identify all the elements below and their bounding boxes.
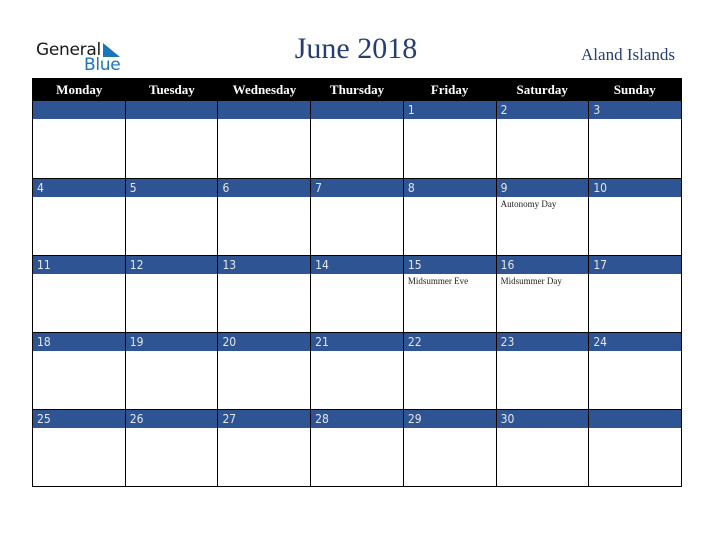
day-number: 5 bbox=[125, 179, 218, 197]
day-number: 23 bbox=[496, 333, 589, 351]
day-number bbox=[125, 101, 218, 119]
day-number: 18 bbox=[33, 333, 125, 351]
day-cell[interactable]: 5 bbox=[124, 179, 218, 255]
day-cell[interactable]: 22 bbox=[402, 333, 496, 409]
day-number: 21 bbox=[311, 333, 403, 351]
day-cell[interactable]: 26 bbox=[124, 410, 218, 486]
week-row: 11 12 13 14 15 Midsummer Eve 16 Midsummer Day 17 bbox=[33, 255, 682, 332]
day-cell[interactable]: 25 bbox=[33, 410, 125, 486]
day-cell[interactable]: 20 bbox=[217, 333, 311, 409]
holiday-label: Autonomy Day bbox=[500, 199, 557, 209]
day-number: 19 bbox=[125, 333, 218, 351]
day-number bbox=[589, 410, 682, 428]
day-number: 9 bbox=[496, 179, 589, 197]
week-row: 25 26 27 28 29 30 bbox=[33, 409, 682, 486]
day-cell[interactable]: 19 bbox=[124, 333, 218, 409]
day-number: 7 bbox=[311, 179, 403, 197]
day-number: 14 bbox=[311, 256, 403, 274]
day-cell[interactable]: 24 bbox=[588, 333, 682, 409]
day-number: 4 bbox=[33, 179, 125, 197]
day-cell[interactable]: 10 bbox=[588, 179, 682, 255]
day-cell[interactable]: 15 Midsummer Eve bbox=[402, 256, 496, 332]
day-number: 28 bbox=[311, 410, 403, 428]
day-cell[interactable]: 12 bbox=[124, 256, 218, 332]
day-number: 29 bbox=[403, 410, 496, 428]
day-number: 10 bbox=[589, 179, 682, 197]
day-number: 22 bbox=[403, 333, 496, 351]
day-number: 6 bbox=[218, 179, 311, 197]
day-cell[interactable]: 1 bbox=[402, 101, 496, 178]
day-cell[interactable]: 30 bbox=[495, 410, 589, 486]
day-cell[interactable]: 21 bbox=[310, 333, 403, 409]
day-cell[interactable]: 9 Autonomy Day bbox=[495, 179, 589, 255]
day-number: 3 bbox=[589, 101, 682, 119]
weekday-thursday: Thursday bbox=[329, 82, 385, 97]
day-cell[interactable]: 8 bbox=[402, 179, 496, 255]
day-cell[interactable]: 13 bbox=[217, 256, 311, 332]
holiday-label: Midsummer Eve bbox=[407, 276, 469, 286]
weekday-monday: Monday bbox=[56, 82, 103, 97]
day-cell[interactable] bbox=[217, 101, 311, 178]
holiday-label: Midsummer Day bbox=[500, 276, 562, 286]
day-number: 16 bbox=[496, 256, 589, 274]
day-number: 24 bbox=[589, 333, 682, 351]
day-number: 26 bbox=[125, 410, 218, 428]
day-cell[interactable]: 14 bbox=[310, 256, 403, 332]
day-cell[interactable]: 27 bbox=[217, 410, 311, 486]
day-number bbox=[33, 101, 125, 119]
day-number: 1 bbox=[403, 101, 496, 119]
day-cell[interactable]: 17 bbox=[588, 256, 682, 332]
day-number: 11 bbox=[33, 256, 125, 274]
day-cell[interactable]: 3 bbox=[588, 101, 682, 178]
day-cell[interactable]: 6 bbox=[217, 179, 311, 255]
day-cell[interactable] bbox=[33, 101, 125, 178]
day-cell[interactable]: 11 bbox=[33, 256, 125, 332]
day-number: 8 bbox=[403, 179, 496, 197]
week-row: 123 bbox=[33, 101, 682, 178]
day-number: 25 bbox=[33, 410, 125, 428]
day-number: 2 bbox=[496, 101, 589, 119]
weeks-container: 1 2 3 4 5 6 7 8 9 Autonomy Day 10 11 12 13 14 15 Midsumm… bbox=[33, 101, 682, 486]
day-number: 15 bbox=[403, 256, 496, 274]
day-number: 17 bbox=[589, 256, 682, 274]
weekday-friday: Friday bbox=[430, 82, 469, 97]
day-number: 13 bbox=[218, 256, 311, 274]
day-cell[interactable]: 2 bbox=[495, 101, 589, 178]
day-cell[interactable] bbox=[124, 101, 218, 178]
day-cell[interactable]: 29 bbox=[402, 410, 496, 486]
day-cell[interactable]: 18 bbox=[33, 333, 125, 409]
day-cell[interactable] bbox=[588, 410, 682, 486]
weekday-saturday: Saturday bbox=[516, 82, 568, 97]
day-cell[interactable]: 28 bbox=[310, 410, 403, 486]
week-row: 18 19 20 21 22 23 24 bbox=[33, 332, 682, 409]
day-number: 27 bbox=[218, 410, 311, 428]
weekday-tuesday: Tuesday bbox=[148, 82, 195, 97]
day-cell[interactable] bbox=[310, 101, 403, 178]
weekday-wednesday: Wednesday bbox=[232, 82, 297, 97]
day-cell[interactable]: 16 Midsummer Day bbox=[495, 256, 589, 332]
day-number: 12 bbox=[125, 256, 218, 274]
country-name: Aland Islands bbox=[581, 45, 675, 64]
calendar-grid: Monday Tuesday Wednesday Thursday Friday… bbox=[32, 78, 682, 487]
day-number: 20 bbox=[218, 333, 311, 351]
day-cell[interactable]: 4 bbox=[33, 179, 125, 255]
day-cell[interactable]: 7 bbox=[310, 179, 403, 255]
day-cell[interactable]: 23 bbox=[495, 333, 589, 409]
week-row: 4 5 6 7 8 9 Autonomy Day 10 bbox=[33, 178, 682, 255]
weekday-sunday: Sunday bbox=[613, 82, 656, 97]
day-number bbox=[218, 101, 311, 119]
day-number bbox=[311, 101, 403, 119]
day-number: 30 bbox=[496, 410, 589, 428]
weekday-header: Monday Tuesday Wednesday Thursday Friday… bbox=[33, 78, 681, 101]
